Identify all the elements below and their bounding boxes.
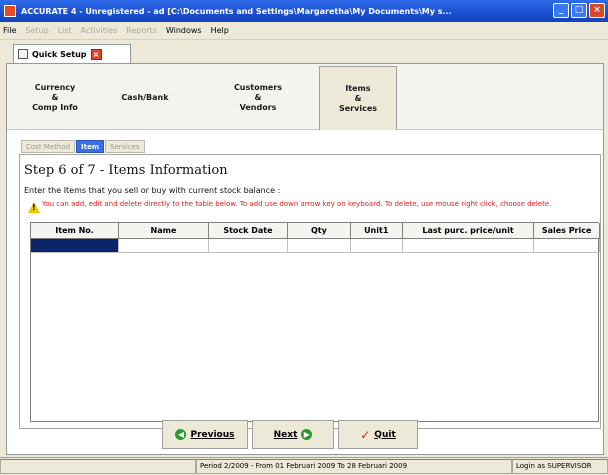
close-window-button[interactable]: × <box>589 3 605 18</box>
warning-text: You can add, edit and delete directly to… <box>42 200 552 208</box>
wizard-buttons: ◀ Previous Next ▶ ✓ Quit <box>162 420 418 449</box>
items-content-area: Step 6 of 7 - Items Information Enter th… <box>19 154 601 429</box>
arrow-left-icon: ◀ <box>175 429 187 440</box>
step-tab-cash-bank[interactable]: Cash/Bank <box>107 68 183 128</box>
sub-tabs: Cost Method Item Services <box>21 140 146 154</box>
table-row[interactable] <box>31 238 600 253</box>
column-header-unit1[interactable]: Unit1 <box>350 223 403 239</box>
step-tab-currency[interactable]: Currency & Comp Info <box>15 68 95 128</box>
table-cell-last-purc-price[interactable] <box>402 238 535 253</box>
warning-icon <box>28 202 40 213</box>
tab-quick-setup[interactable]: Quick Setup × <box>13 44 131 63</box>
menu-windows[interactable]: Windows <box>166 26 202 35</box>
column-header-last-purc-price[interactable]: Last purc. price/unit <box>402 223 535 239</box>
table-cell-name[interactable] <box>118 238 209 253</box>
step-tab-customers-vendors[interactable]: Customers & Vendors <box>207 68 309 128</box>
minimize-button[interactable]: _ <box>553 3 569 18</box>
table-cell-item-no[interactable] <box>31 238 120 253</box>
column-header-sales-price[interactable]: Sales Price <box>533 223 600 239</box>
column-header-qty[interactable]: Qty <box>287 223 351 239</box>
step-tab-items-services[interactable]: Items & Services <box>319 66 397 130</box>
table-cell-stock-date[interactable] <box>208 238 289 253</box>
close-tab-icon[interactable]: × <box>90 48 102 60</box>
table-cell-qty[interactable] <box>287 238 351 253</box>
app-icon <box>4 5 16 17</box>
document-tab-strip: Quick Setup × <box>0 41 608 63</box>
menu-activities: Activities <box>80 26 118 35</box>
menu-reports: Reports <box>126 26 157 35</box>
status-empty-cell <box>0 459 196 474</box>
previous-button-label: Previous <box>190 429 235 440</box>
subtab-item[interactable]: Item <box>76 140 105 153</box>
next-button-label: Next <box>273 429 298 440</box>
column-header-name[interactable]: Name <box>118 223 209 239</box>
quick-setup-panel: Currency & Comp Info Cash/Bank Customers… <box>6 63 604 455</box>
step-tabs: Currency & Comp Info Cash/Bank Customers… <box>7 64 603 130</box>
status-bar: Period 2/2009 - From 01 Februari 2009 To… <box>0 457 608 475</box>
table-cell-sales-price[interactable] <box>533 238 600 253</box>
menu-list: List <box>57 26 72 35</box>
instructions-text: Enter the Items that you sell or buy wit… <box>24 186 281 195</box>
document-icon <box>18 49 28 59</box>
menu-help[interactable]: Help <box>211 26 229 35</box>
window-controls: _ □ × <box>553 3 605 18</box>
maximize-button[interactable]: □ <box>571 3 587 18</box>
status-login: Login as SUPERVISOR <box>512 459 608 474</box>
step-title: Step 6 of 7 - Items Information <box>24 163 228 178</box>
subtab-services[interactable]: Services <box>105 140 145 153</box>
subtab-cost-method[interactable]: Cost Method <box>21 140 76 153</box>
items-table[interactable]: Item No. Name Stock Date Qty Unit1 Last … <box>30 222 600 422</box>
menu-file[interactable]: File <box>3 26 16 35</box>
tab-quick-setup-label: Quick Setup <box>32 49 87 59</box>
status-period: Period 2/2009 - From 01 Februari 2009 To… <box>196 459 512 474</box>
next-button[interactable]: Next ▶ <box>252 420 334 449</box>
table-cell-unit1[interactable] <box>350 238 403 253</box>
column-header-item-no[interactable]: Item No. <box>31 223 120 239</box>
arrow-right-icon: ▶ <box>301 429 313 440</box>
quit-button-label: Quit <box>374 429 396 440</box>
quit-button[interactable]: ✓ Quit <box>338 420 418 449</box>
previous-button[interactable]: ◀ Previous <box>162 420 248 449</box>
menu-bar: File Setup List Activities Reports Windo… <box>0 22 608 40</box>
check-icon: ✓ <box>360 427 371 442</box>
column-header-stock-date[interactable]: Stock Date <box>208 223 289 239</box>
window-title: ACCURATE 4 - Unregistered - ad [C:\Docum… <box>21 6 452 16</box>
menu-setup: Setup <box>25 26 49 35</box>
title-bar: ACCURATE 4 - Unregistered - ad [C:\Docum… <box>0 0 608 22</box>
